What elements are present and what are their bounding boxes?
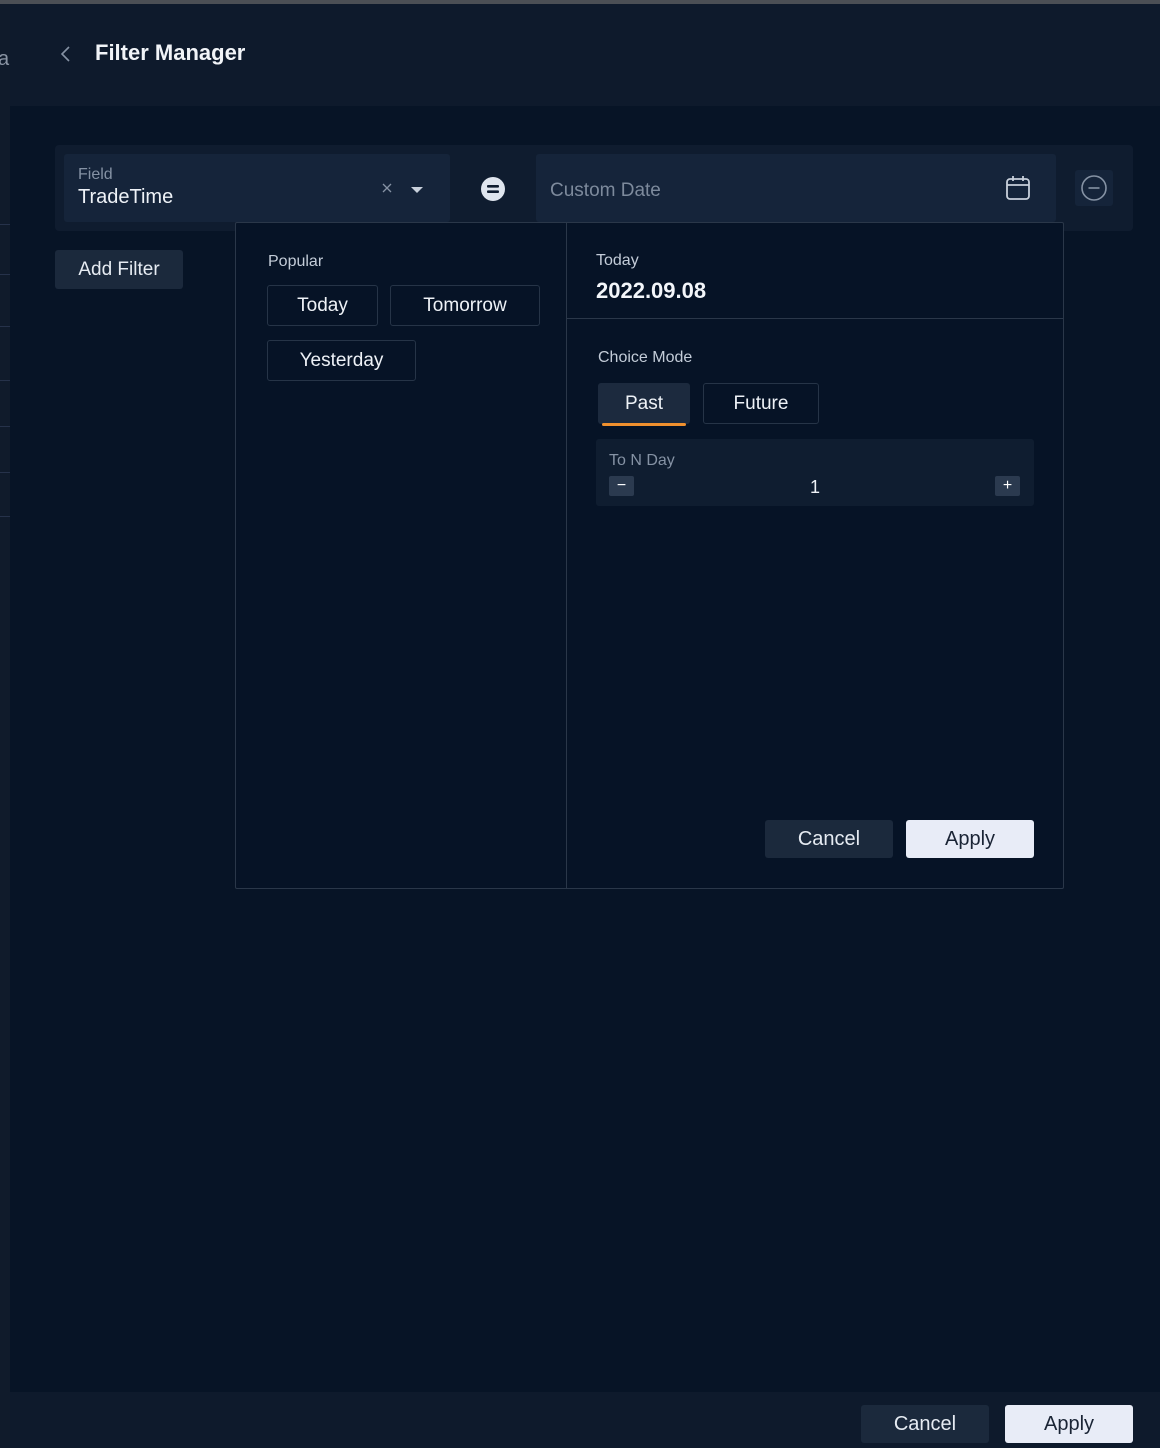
popular-option-tomorrow[interactable]: Tomorrow: [390, 285, 540, 326]
popular-pane: Popular Today Tomorrow Yesterday: [236, 223, 567, 888]
divider: [0, 472, 10, 473]
equals-operator-icon[interactable]: [480, 176, 506, 202]
divider: [0, 426, 10, 427]
choice-mode-label: Choice Mode: [598, 349, 693, 366]
increment-button[interactable]: +: [995, 476, 1020, 496]
n-day-value[interactable]: 1: [596, 477, 1034, 498]
popular-option-today[interactable]: Today: [267, 285, 378, 326]
minus-circle-icon: [1081, 175, 1107, 201]
chevron-left-icon[interactable]: [54, 42, 78, 66]
footer-apply-button[interactable]: Apply: [1005, 1405, 1133, 1443]
dialog-footer: Cancel Apply: [10, 1392, 1160, 1448]
popular-option-yesterday[interactable]: Yesterday: [267, 340, 416, 381]
today-date: 2022.09.08: [596, 278, 707, 303]
filter-row: Field TradeTime Custom Date: [55, 145, 1133, 231]
clear-icon[interactable]: [380, 181, 394, 195]
background-page-strip: a: [0, 4, 10, 1448]
field-select[interactable]: Field TradeTime: [64, 154, 450, 222]
selected-mode-indicator: [602, 423, 686, 426]
divider: [0, 516, 10, 517]
caret-down-icon[interactable]: [410, 185, 424, 195]
decrement-button[interactable]: −: [609, 476, 634, 496]
mode-tab-future[interactable]: Future: [703, 383, 819, 424]
popover-cancel-button[interactable]: Cancel: [765, 820, 893, 858]
divider: [0, 274, 10, 275]
popular-label: Popular: [268, 253, 324, 270]
field-value: TradeTime: [78, 186, 174, 208]
background-text-fragment: a: [0, 48, 10, 70]
relative-date-pane: Today 2022.09.08 Choice Mode Past Future…: [567, 223, 1063, 888]
popover-apply-button[interactable]: Apply: [906, 820, 1034, 858]
n-day-stepper: To N Day 1 − +: [596, 439, 1034, 506]
add-filter-button[interactable]: Add Filter: [55, 250, 183, 289]
n-day-label: To N Day: [609, 452, 675, 469]
divider: [0, 326, 10, 327]
date-placeholder: Custom Date: [550, 180, 661, 201]
footer-cancel-button[interactable]: Cancel: [861, 1405, 989, 1443]
today-block: Today 2022.09.08: [567, 223, 1063, 319]
date-picker-popover: Popular Today Tomorrow Yesterday Today 2…: [235, 222, 1064, 889]
field-label: Field: [78, 166, 113, 183]
divider: [0, 224, 10, 225]
today-label: Today: [596, 252, 639, 269]
dialog-header: Filter Manager: [10, 4, 1160, 106]
page-title: Filter Manager: [95, 40, 246, 65]
mode-tab-past[interactable]: Past: [598, 383, 690, 424]
remove-filter-button[interactable]: [1075, 170, 1113, 206]
custom-date-input[interactable]: Custom Date: [536, 154, 1056, 222]
divider: [0, 380, 10, 381]
calendar-icon[interactable]: [1004, 174, 1032, 202]
